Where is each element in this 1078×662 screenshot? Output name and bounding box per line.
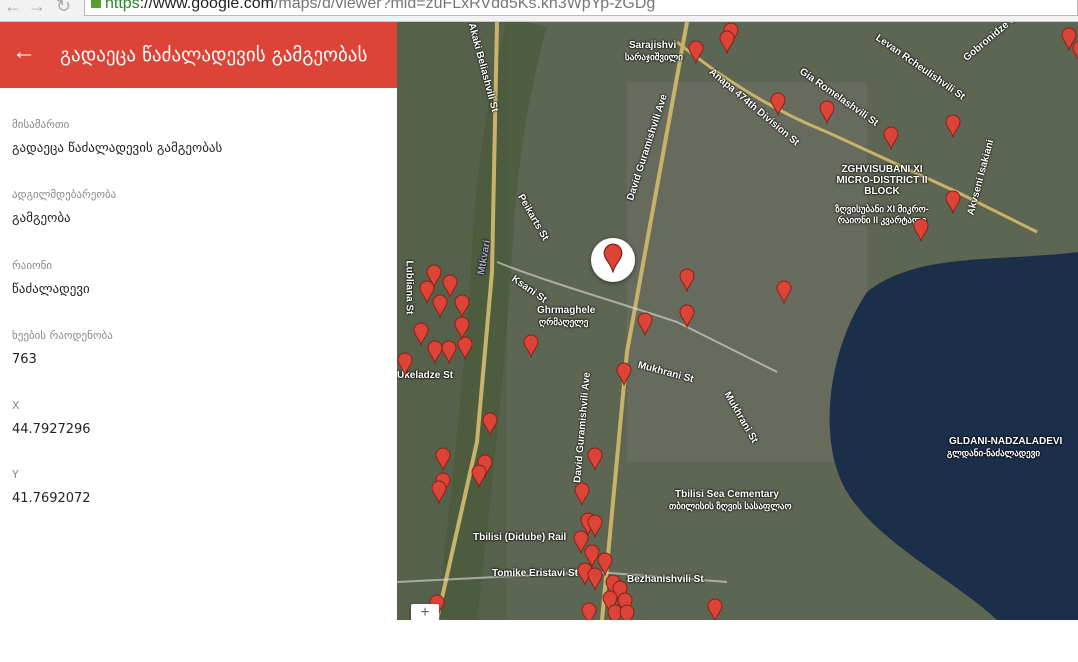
map-label: Tbilisi Sea Cementary — [675, 489, 779, 500]
field-x: X 44.7927296 — [12, 399, 91, 437]
field-value: 763 — [12, 352, 37, 367]
feature-details-panel: ← გადაეცა წაძალადევის გამგეობას მისამართ… — [0, 22, 397, 662]
map-label: Sarajishvi — [629, 40, 677, 51]
field-district: რაიონი წაძალადევი — [12, 259, 90, 297]
tree-marker[interactable] — [587, 567, 603, 591]
field-value: გამგეობა — [12, 211, 71, 226]
map-label: Lubliana St — [403, 260, 415, 315]
field-value: გადაეცა წაძალადევის გამგეობას — [12, 141, 223, 156]
map-terrain — [397, 22, 1078, 620]
map-label: ZGHVISUBANI XI MICRO-DISTRICT II BLOCK — [836, 164, 928, 197]
tree-marker[interactable] — [770, 92, 786, 116]
tree-marker[interactable] — [435, 447, 451, 471]
tree-marker[interactable] — [719, 30, 735, 54]
map-label: Tomike Eristavi St — [492, 568, 578, 579]
reload-icon[interactable]: ↻ — [56, 0, 71, 17]
map-label: ღრმაღელე — [539, 317, 589, 327]
map-label: GLDANI-NADZALADEVI — [949, 436, 1063, 447]
tree-marker[interactable] — [471, 464, 487, 488]
tree-marker[interactable] — [945, 114, 961, 138]
tree-marker[interactable] — [637, 312, 653, 336]
address-bar[interactable]: https://www.google.com/maps/d/viewer?mid… — [84, 0, 1078, 16]
tree-marker[interactable] — [819, 100, 835, 124]
field-value: 44.7927296 — [12, 422, 91, 437]
satellite-map[interactable]: Sarajishvi სარაჯიშვილი Anapa 474th Divis… — [397, 22, 1078, 620]
tree-marker[interactable] — [482, 412, 498, 436]
lock-icon — [91, 0, 101, 8]
field-label: რაიონი — [12, 259, 53, 272]
tree-marker[interactable] — [574, 482, 590, 506]
tree-marker[interactable] — [587, 514, 603, 538]
tree-marker[interactable] — [1072, 40, 1078, 64]
tree-marker[interactable] — [619, 604, 635, 620]
tree-marker[interactable] — [707, 598, 723, 620]
browser-toolbar: ← → ↻ https://www.google.com/maps/d/view… — [0, 0, 1078, 22]
field-label: ხეების რაოდენობა — [12, 329, 113, 342]
back-nav-icon[interactable]: ← — [4, 0, 22, 17]
page-blank-area — [397, 620, 1078, 662]
field-label: მისამართი — [12, 118, 70, 131]
tree-marker[interactable] — [431, 480, 447, 504]
panel-header: ← გადაეცა წაძალადევის გამგეობას — [0, 22, 397, 88]
map-label: თბილისის ზღვის სასაფლაო — [669, 501, 792, 511]
tree-marker[interactable] — [913, 218, 929, 242]
panel-title: გადაეცა წაძალადევის გამგეობას — [60, 44, 368, 66]
tree-marker[interactable] — [523, 334, 539, 358]
map-label: სარაჯიშვილი — [625, 52, 683, 62]
field-address: მისამართი გადაეცა წაძალადევის გამგეობას — [12, 118, 222, 156]
tree-marker[interactable] — [616, 362, 632, 386]
field-value: 41.7692072 — [12, 491, 91, 506]
map-label: Ghrmaghele — [537, 305, 596, 316]
field-label: Y — [12, 468, 19, 481]
field-location: ადგილმდებარეობა გამგეობა — [12, 188, 116, 226]
tree-marker[interactable] — [454, 316, 470, 340]
tree-marker[interactable] — [776, 280, 792, 304]
tree-marker[interactable] — [581, 602, 597, 620]
tree-marker[interactable] — [419, 280, 435, 304]
map-label: Tbilisi (Didube) Rail — [473, 532, 567, 543]
field-value: წაძალადევი — [12, 282, 90, 297]
field-y: Y 41.7692072 — [12, 468, 91, 506]
map-label: Bezhanishvili St — [627, 574, 704, 585]
tree-marker[interactable] — [688, 40, 704, 64]
selected-marker-pin-icon — [603, 243, 623, 273]
tree-marker[interactable] — [587, 447, 603, 471]
tree-marker[interactable] — [397, 352, 413, 376]
forward-nav-icon[interactable]: → — [28, 0, 46, 17]
zoom-in-button[interactable]: + — [411, 604, 439, 620]
tree-marker[interactable] — [945, 190, 961, 214]
field-label: X — [12, 399, 20, 412]
tree-marker[interactable] — [441, 340, 457, 364]
tree-marker[interactable] — [442, 274, 458, 298]
field-label: ადგილმდებარეობა — [12, 188, 117, 201]
back-arrow-icon[interactable]: ← — [12, 38, 36, 66]
selected-marker[interactable] — [591, 238, 635, 282]
tree-marker[interactable] — [679, 304, 695, 328]
field-tree-count: ხეების რაოდენობა 763 — [12, 329, 113, 367]
tree-marker[interactable] — [679, 268, 695, 292]
map-label: გლდანი-ნაძალადევი — [947, 448, 1040, 458]
tree-marker[interactable] — [883, 126, 899, 150]
